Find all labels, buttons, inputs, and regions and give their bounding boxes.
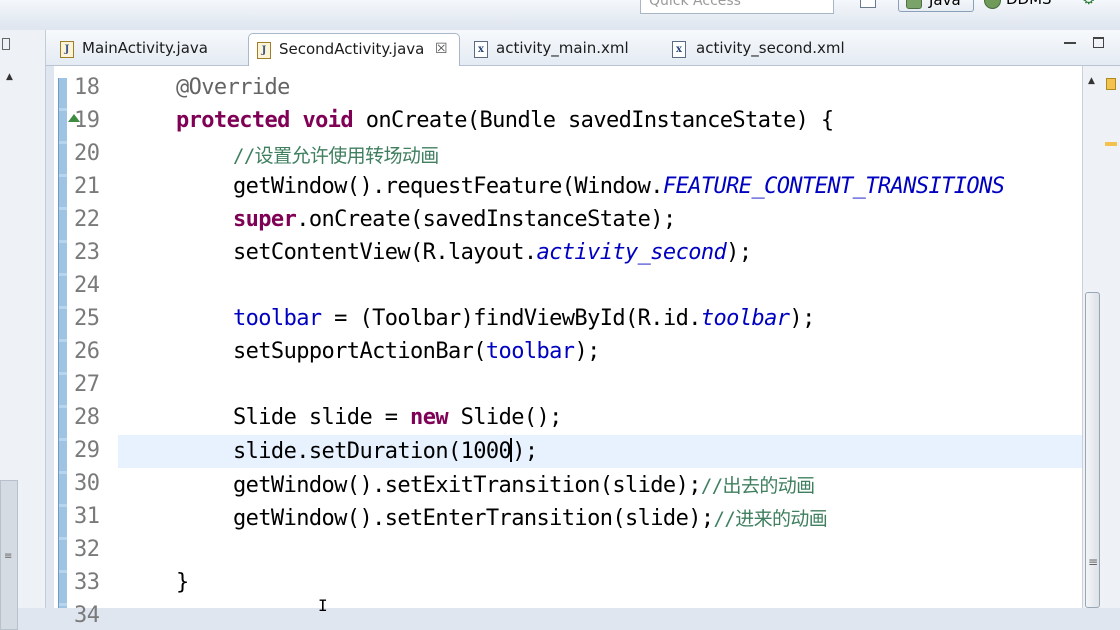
code-line-30: getWindow().setExitTransition(slide);//出… [233,473,815,498]
minimize-icon[interactable] [1064,42,1076,48]
java-file-icon: J [257,42,271,59]
line-number: 34 [74,603,100,628]
code-line-29: slide.setDuration(1000); [233,438,538,464]
maximize-icon[interactable] [1093,37,1104,48]
line-number: 31 [74,504,100,529]
code-line-31: getWindow().setEnterTransition(slide);//… [233,506,828,531]
i-beam-cursor-icon: I [318,596,328,615]
tab-label: SecondActivity.java [279,40,425,58]
tab-secondactivity-java[interactable]: J SecondActivity.java ☒ [248,33,460,66]
scroll-up-arrow-icon[interactable]: ▲ [1088,76,1095,86]
overview-ruler[interactable] [1102,66,1120,608]
java-perspective-label: Java [929,0,961,9]
line-number: 28 [74,405,100,430]
editor-tab-bar: J MainActivity.java J SecondActivity.jav… [46,30,1120,66]
line-number: 19 [74,108,100,133]
line-number: 22 [74,207,100,232]
quick-access-field[interactable]: Quick Access [640,0,834,14]
java-perspective-button[interactable]: Java [898,0,974,12]
tab-label: activity_second.xml [696,39,845,57]
code-line-25: toolbar = (Toolbar)findViewById(R.id.too… [233,306,815,331]
restore-panel-icon[interactable] [2,38,10,50]
overview-annotation-marker[interactable] [1105,142,1117,146]
java-file-icon: J [60,41,74,58]
open-perspective-icon[interactable] [860,0,876,8]
more-perspectives-icon[interactable]: ⚙ [1082,0,1095,10]
tab-activity-second-xml[interactable]: x activity_second.xml [664,33,884,66]
code-line-21: getWindow().requestFeature(Window.FEATUR… [233,174,1005,199]
close-tab-icon[interactable]: ☒ [435,34,448,64]
tab-activity-main-xml[interactable]: x activity_main.xml [466,33,662,66]
change-ruler [54,74,68,608]
xml-file-icon: x [672,41,686,58]
line-number: 30 [74,471,100,496]
tab-label: MainActivity.java [82,39,208,57]
scrollbar-grip-icon: ≡ [1088,555,1099,569]
code-line-28: Slide slide = new Slide(); [233,405,562,430]
left-panel: ▲ ≡ [0,30,46,630]
code-line-20: //设置允许使用转场动画 [233,145,439,167]
code-line-26: setSupportActionBar(toolbar); [233,339,600,364]
code-line-19: protected void onCreate(Bundle savedInst… [176,108,834,133]
tab-label: activity_main.xml [496,39,629,57]
editor-vertical-scrollbar[interactable]: ▲ ≡ [1082,66,1102,608]
line-number-gutter: 18 19 20 21 22 23 24 25 26 27 28 29 30 3… [68,66,116,628]
code-text[interactable]: @Override protected void onCreate(Bundle… [176,66,1076,608]
ddms-perspective-icon [984,0,1001,9]
line-number: 29 [74,438,100,463]
ddms-perspective-label: DDMS [1006,0,1052,8]
line-number: 23 [74,240,100,265]
tab-mainactivity-java[interactable]: J MainActivity.java [52,33,248,66]
main-toolbar: Quick Access Java DDMS ⚙ [0,0,1120,28]
ddms-perspective-button[interactable]: DDMS [982,0,1052,12]
code-line-22: super.onCreate(savedInstanceState); [233,207,676,232]
scroll-up-arrow-icon[interactable]: ▲ [6,72,13,82]
code-line-33: } [176,570,189,595]
line-number: 32 [74,537,100,562]
code-editor[interactable]: 18 19 20 21 22 23 24 25 26 27 28 29 30 3… [54,66,1120,628]
line-number: 33 [74,570,100,595]
scrollbar-thumb[interactable]: ≡ [1085,292,1100,608]
line-number: 25 [74,306,100,331]
line-number: 26 [74,339,100,364]
warning-marker-icon[interactable] [1106,78,1116,90]
scrollbar-grip-icon: ≡ [4,551,13,562]
line-number: 24 [74,273,100,298]
code-line-23: setContentView(R.layout.activity_second)… [233,240,752,265]
code-line-18: @Override [176,75,290,100]
line-number: 20 [74,141,100,166]
line-number: 21 [74,174,100,199]
java-perspective-icon [906,0,922,9]
xml-file-icon: x [474,41,488,58]
line-number: 18 [74,75,100,100]
line-number: 27 [74,372,100,397]
